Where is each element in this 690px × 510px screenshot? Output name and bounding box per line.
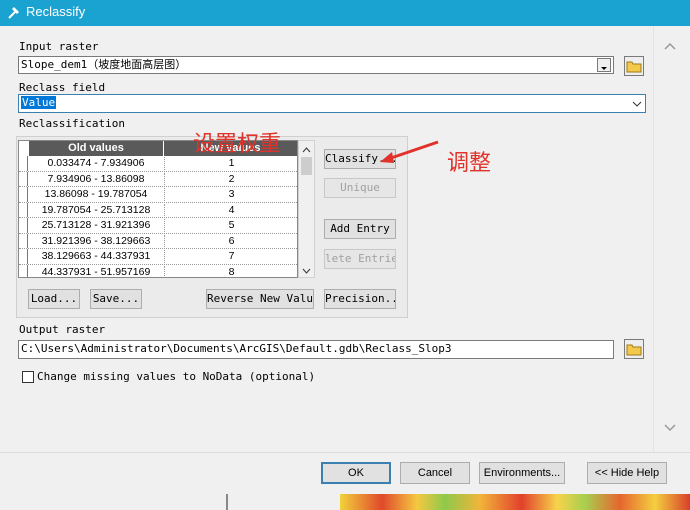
add-entry-button[interactable]: Add Entry bbox=[324, 219, 396, 239]
chevron-down-icon bbox=[601, 67, 607, 70]
new-value-cell[interactable]: 1 bbox=[164, 157, 297, 172]
scrollbar-thumb[interactable] bbox=[301, 157, 312, 175]
environments-button[interactable]: Environments... bbox=[479, 462, 565, 484]
table-row[interactable]: 0.033474 - 7.934906 1 bbox=[19, 156, 297, 172]
table-row[interactable]: 31.921396 - 38.129663 6 bbox=[19, 233, 297, 249]
missing-nodata-checkbox[interactable] bbox=[22, 371, 34, 383]
output-raster-browse-button[interactable] bbox=[624, 339, 644, 359]
divider bbox=[226, 494, 228, 510]
hammer-icon bbox=[6, 4, 22, 20]
annotation-arrow bbox=[380, 140, 439, 163]
chevron-up-icon[interactable] bbox=[662, 40, 678, 52]
chevron-down-icon[interactable] bbox=[662, 422, 678, 434]
new-value-cell[interactable]: 7 bbox=[164, 250, 297, 265]
old-value-cell[interactable]: 13.86098 - 19.787054 bbox=[29, 188, 163, 200]
table-row[interactable]: 38.129663 - 44.337931 7 bbox=[19, 249, 297, 265]
old-value-cell[interactable]: 7.934906 - 13.86098 bbox=[29, 173, 163, 185]
output-raster-field[interactable]: C:\Users\Administrator\Documents\ArcGIS\… bbox=[18, 340, 614, 359]
missing-nodata-label[interactable]: Change missing values to NoData (optiona… bbox=[37, 370, 315, 383]
hide-help-button[interactable]: << Hide Help bbox=[587, 462, 667, 484]
reclass-field-label: Reclass field bbox=[19, 81, 106, 94]
map-preview bbox=[340, 494, 690, 510]
reclassification-table[interactable]: Old values New values 0.033474 - 7.93490… bbox=[18, 140, 298, 278]
precision-button[interactable]: Precision... bbox=[324, 289, 396, 309]
chevron-down-icon[interactable] bbox=[631, 98, 643, 110]
table-scrollbar[interactable] bbox=[298, 140, 315, 278]
reclass-field-combobox[interactable]: Value bbox=[18, 94, 646, 113]
input-raster-value: Slope_dem1（坡度地面高层图） bbox=[21, 58, 187, 71]
old-value-cell[interactable]: 38.129663 - 44.337931 bbox=[29, 250, 163, 262]
folder-icon bbox=[626, 61, 642, 73]
title-bar: Reclassify bbox=[0, 0, 690, 26]
old-values-header[interactable]: Old values bbox=[29, 141, 163, 156]
annotation-set-weight: 设置权重 bbox=[193, 132, 282, 157]
table-row[interactable]: 44.337931 - 51.957169 8 bbox=[19, 264, 297, 278]
load-button[interactable]: Load... bbox=[28, 289, 80, 309]
input-raster-combobox[interactable]: Slope_dem1（坡度地面高层图） bbox=[18, 56, 614, 74]
save-button[interactable]: Save... bbox=[90, 289, 142, 309]
old-value-cell[interactable]: 19.787054 - 25.713128 bbox=[29, 204, 163, 216]
old-value-cell[interactable]: 0.033474 - 7.934906 bbox=[29, 157, 163, 169]
annotation-adjust: 调整 bbox=[447, 151, 492, 176]
reverse-new-values-button[interactable]: Reverse New Values bbox=[206, 289, 314, 309]
table-row[interactable]: 25.713128 - 31.921396 5 bbox=[19, 218, 297, 234]
new-value-cell[interactable]: 2 bbox=[164, 172, 297, 187]
reclassification-label: Reclassification bbox=[19, 117, 125, 130]
new-value-cell[interactable]: 5 bbox=[164, 219, 297, 234]
old-value-cell[interactable]: 44.337931 - 51.957169 bbox=[29, 266, 163, 278]
table-row[interactable]: 19.787054 - 25.713128 4 bbox=[19, 202, 297, 218]
chevron-up-icon[interactable] bbox=[299, 144, 314, 156]
unique-button[interactable]: Unique bbox=[324, 178, 396, 198]
ok-button[interactable]: OK bbox=[321, 462, 391, 484]
output-raster-value: C:\Users\Administrator\Documents\ArcGIS\… bbox=[21, 342, 452, 355]
old-value-cell[interactable]: 31.921396 - 38.129663 bbox=[29, 235, 163, 247]
input-raster-dropdown-button[interactable] bbox=[597, 58, 611, 72]
new-value-cell[interactable]: 8 bbox=[164, 265, 297, 277]
help-panel-scrollbar[interactable] bbox=[653, 26, 689, 452]
input-raster-label: Input raster bbox=[19, 40, 99, 53]
folder-icon bbox=[626, 344, 642, 356]
table-row[interactable]: 7.934906 - 13.86098 2 bbox=[19, 171, 297, 187]
table-row[interactable]: 13.86098 - 19.787054 3 bbox=[19, 187, 297, 203]
new-value-cell[interactable]: 3 bbox=[164, 188, 297, 203]
delete-entries-button[interactable]: lete Entrie bbox=[324, 249, 396, 269]
old-value-cell[interactable]: 25.713128 - 31.921396 bbox=[29, 219, 163, 231]
new-value-cell[interactable]: 4 bbox=[164, 203, 297, 218]
cancel-button[interactable]: Cancel bbox=[400, 462, 470, 484]
new-value-cell[interactable]: 6 bbox=[164, 234, 297, 249]
output-raster-label: Output raster bbox=[19, 323, 106, 336]
window-title: Reclassify bbox=[26, 4, 86, 19]
chevron-down-icon[interactable] bbox=[299, 265, 314, 277]
input-raster-browse-button[interactable] bbox=[624, 56, 644, 76]
reclass-field-value: Value bbox=[21, 96, 57, 109]
